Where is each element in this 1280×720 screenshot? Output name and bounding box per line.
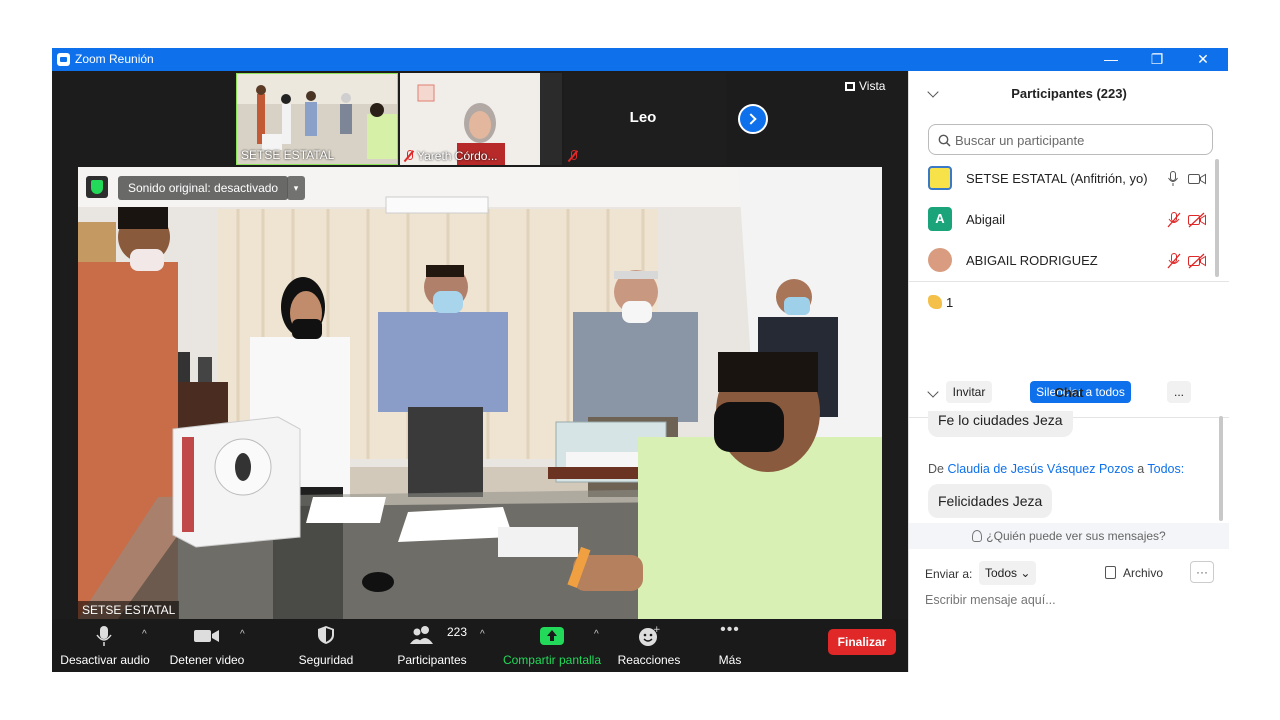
shield-icon: [318, 626, 334, 644]
window-title: Zoom Reunión: [75, 52, 154, 66]
file-icon: [1105, 566, 1116, 579]
audio-options-caret[interactable]: ^: [142, 629, 147, 640]
participants-scrollbar[interactable]: [1215, 159, 1219, 277]
thumbnail-yareth[interactable]: Yareth Córdo...: [400, 73, 562, 165]
security-button[interactable]: Seguridad: [294, 619, 358, 672]
video-camera-icon: [194, 630, 219, 642]
video-off-icon[interactable]: [1188, 253, 1206, 269]
participants-options-caret[interactable]: ^: [480, 629, 485, 640]
chat-sender[interactable]: Claudia de Jesús Vásquez Pozos: [947, 462, 1133, 476]
clapping-hands-icon: [928, 295, 942, 309]
main-video-image: [78, 167, 882, 619]
chat-messages: Fe lo ciudades Jeza De Claudia de Jesús …: [909, 411, 1229, 521]
grid-icon: [845, 82, 855, 91]
participants-button[interactable]: 223 Participantes: [392, 619, 472, 672]
participants-icon: [410, 626, 433, 644]
chat-message-bubble: Fe lo ciudades Jeza: [928, 411, 1073, 437]
more-button[interactable]: ••• Más: [706, 619, 754, 672]
send-to-label: Enviar a:: [925, 567, 973, 581]
muted-mic-icon: [404, 150, 414, 162]
microphone-icon[interactable]: [1168, 171, 1178, 187]
original-sound-toggle[interactable]: Sonido original: desactivado: [118, 176, 289, 200]
restore-button[interactable]: ❐: [1134, 48, 1180, 71]
reactions-button[interactable]: + Reacciones: [616, 619, 682, 672]
participant-avatar: A: [928, 207, 952, 231]
chat-title: Chat: [1054, 385, 1084, 400]
zoom-window: Zoom Reunión — ❐ ✕ SETSE ESTATAL Yareth …: [52, 48, 1229, 672]
microphone-icon: [96, 626, 112, 646]
muted-mic-icon[interactable]: [1167, 253, 1181, 269]
next-page-button[interactable]: [738, 104, 768, 134]
participants-count: 223: [447, 625, 468, 639]
participant-search[interactable]: [928, 124, 1213, 155]
chat-message-header: De Claudia de Jesús Vásquez Pozos a Todo…: [928, 462, 1185, 476]
stop-video-button[interactable]: Detener video: [168, 619, 246, 672]
chat-message-bubble: Felicidades Jeza: [928, 484, 1053, 518]
end-meeting-button[interactable]: Finalizar: [828, 629, 896, 655]
share-screen-icon: [540, 627, 564, 645]
muted-mic-icon[interactable]: [1167, 212, 1181, 228]
close-button[interactable]: ✕: [1180, 48, 1226, 71]
video-camera-icon[interactable]: [1188, 173, 1206, 185]
encryption-shield-icon[interactable]: [86, 176, 108, 198]
sound-dropdown-caret[interactable]: ▾: [287, 176, 305, 200]
more-dots-icon: •••: [720, 621, 740, 638]
chat-more-button[interactable]: ···: [1190, 561, 1214, 583]
file-button[interactable]: Archivo: [1105, 566, 1163, 580]
participant-row[interactable]: A Abigail: [909, 200, 1219, 241]
participant-row[interactable]: ABIGAIL RODRIGUEZ: [909, 241, 1219, 282]
thumbnail-leo[interactable]: Leo: [564, 73, 726, 165]
video-off-icon[interactable]: [1188, 212, 1206, 228]
clap-reaction: 1: [928, 295, 953, 310]
thumbnail-name: Leo: [629, 109, 657, 126]
participant-row[interactable]: SETSE ESTATAL (Anfitrión, yo): [909, 159, 1219, 200]
chevron-right-icon: [745, 113, 757, 125]
chat-scrollbar[interactable]: [1219, 416, 1223, 521]
send-to-dropdown[interactable]: Todos ⌄: [979, 561, 1037, 585]
video-stage: SETSE ESTATAL Yareth Córdo... Leo Vista: [52, 71, 908, 672]
side-panel: Participantes (223) SETSE ESTATAL (Anfit…: [908, 71, 1229, 672]
title-bar: Zoom Reunión — ❐ ✕: [52, 48, 1228, 71]
chat-message-input[interactable]: [925, 589, 1215, 611]
participant-avatar: [928, 248, 952, 272]
view-button[interactable]: Vista: [845, 79, 885, 93]
muted-mic-icon: [568, 149, 581, 163]
svg-text:+: +: [653, 625, 660, 635]
search-input[interactable]: [955, 130, 1205, 150]
share-screen-button[interactable]: Compartir pantalla: [502, 619, 602, 672]
user-shield-icon: [972, 530, 983, 542]
meeting-toolbar: Desactivar audio ^ Detener video ^ Segur…: [52, 619, 908, 672]
video-name-label: SETSE ESTATAL: [78, 601, 180, 619]
participant-avatar: [928, 166, 952, 190]
thumbnail-name: SETSE ESTATAL: [241, 148, 335, 162]
divider: [909, 281, 1229, 282]
thumbnail-name: Yareth Córdo...: [404, 149, 497, 163]
mute-audio-button[interactable]: Desactivar audio: [58, 619, 152, 672]
reactions-smiley-icon: +: [639, 625, 660, 646]
participants-title: Participantes (223): [1011, 86, 1127, 101]
chat-recipient[interactable]: Todos:: [1147, 462, 1184, 476]
video-options-caret[interactable]: ^: [240, 629, 245, 640]
who-can-see-banner[interactable]: ¿Quién puede ver sus mensajes?: [909, 523, 1229, 549]
search-icon: [938, 134, 951, 147]
zoom-app-icon: [57, 53, 70, 66]
share-options-caret[interactable]: ^: [594, 629, 599, 640]
main-video: Sonido original: desactivado ▾ SETSE EST…: [78, 167, 882, 619]
minimize-button[interactable]: —: [1088, 48, 1134, 71]
thumbnail-setse-estatal[interactable]: SETSE ESTATAL: [236, 73, 398, 165]
chevron-down-icon: ⌄: [1020, 566, 1031, 580]
